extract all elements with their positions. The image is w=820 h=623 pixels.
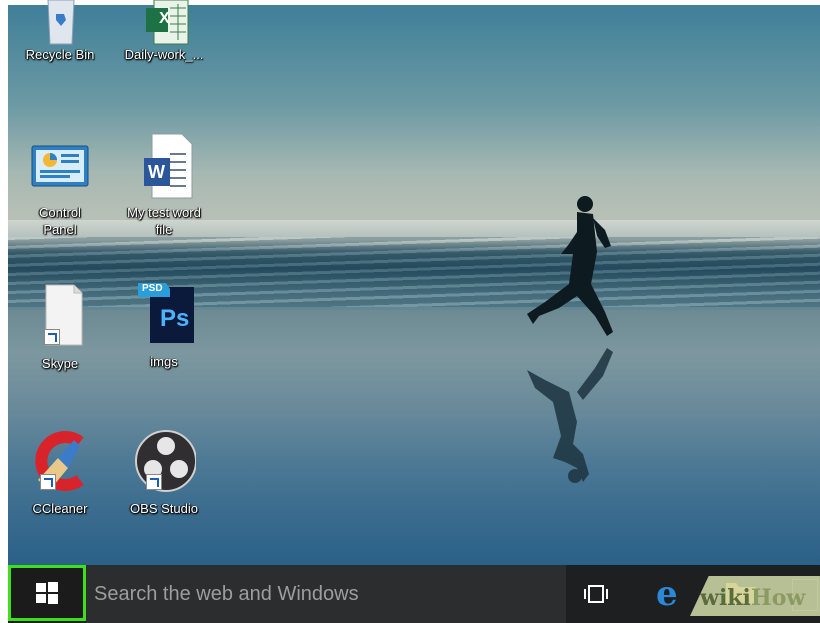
shortcut-arrow-icon	[146, 474, 162, 490]
excel-badge: X	[159, 10, 170, 27]
desktop-icon-my-test-word-file[interactable]: W My test word file	[112, 132, 216, 238]
windows-logo-icon	[36, 582, 58, 604]
wikihow-watermark: wikiHow	[700, 585, 805, 611]
obs-studio-icon	[135, 430, 197, 492]
watermark-how: How	[750, 585, 806, 611]
skype-shortcut-icon	[45, 284, 83, 346]
shortcut-arrow-icon	[44, 329, 60, 345]
recycle-bin-icon	[47, 0, 75, 45]
desktop-icon-label: OBS Studio	[130, 501, 198, 516]
ccleaner-icon	[35, 431, 84, 491]
desktop-icon-daily-work[interactable]: X Daily-work_...	[112, 0, 216, 63]
runner-silhouette	[527, 196, 613, 483]
edge-browser-icon[interactable]: e	[656, 577, 678, 611]
desktop-icon-label: Recycle Bin	[25, 47, 95, 62]
desktop-icon-control-panel[interactable]: Control Panel	[8, 140, 112, 238]
start-button[interactable]	[8, 565, 86, 621]
desktop-icon-label: My test word file	[127, 205, 201, 237]
control-panel-icon	[31, 145, 89, 187]
desktop-icon-label: Control Panel	[39, 205, 81, 237]
desktop-icon-skype[interactable]: Skype	[8, 283, 112, 372]
desktop-icon-obs-studio[interactable]: OBS Studio	[112, 428, 216, 517]
desktop-icon-label: CCleaner	[32, 501, 88, 516]
desktop-icon-label: imgs	[150, 354, 178, 369]
word-badge: W	[148, 162, 165, 182]
desktop-icon-ccleaner[interactable]: CCleaner	[8, 428, 112, 517]
search-placeholder: Search the web and Windows	[94, 582, 359, 605]
desktop-icon-label: Daily-work_...	[124, 47, 204, 62]
desktop-icon-recycle-bin[interactable]: Recycle Bin	[8, 0, 112, 63]
psd-tag: PSD	[142, 283, 163, 294]
photoshop-badge: Ps	[160, 305, 190, 332]
watermark-wiki: wiki	[700, 585, 751, 611]
desktop-icon-label: Skype	[41, 356, 79, 371]
search-box[interactable]: Search the web and Windows	[86, 565, 566, 623]
screen: Recycle Bin X Daily-work_... Control Pan…	[0, 0, 820, 623]
desktop-icon-imgs[interactable]: PSD Ps imgs	[112, 281, 216, 370]
shortcut-arrow-icon	[40, 474, 56, 490]
task-view-icon[interactable]	[583, 581, 609, 607]
